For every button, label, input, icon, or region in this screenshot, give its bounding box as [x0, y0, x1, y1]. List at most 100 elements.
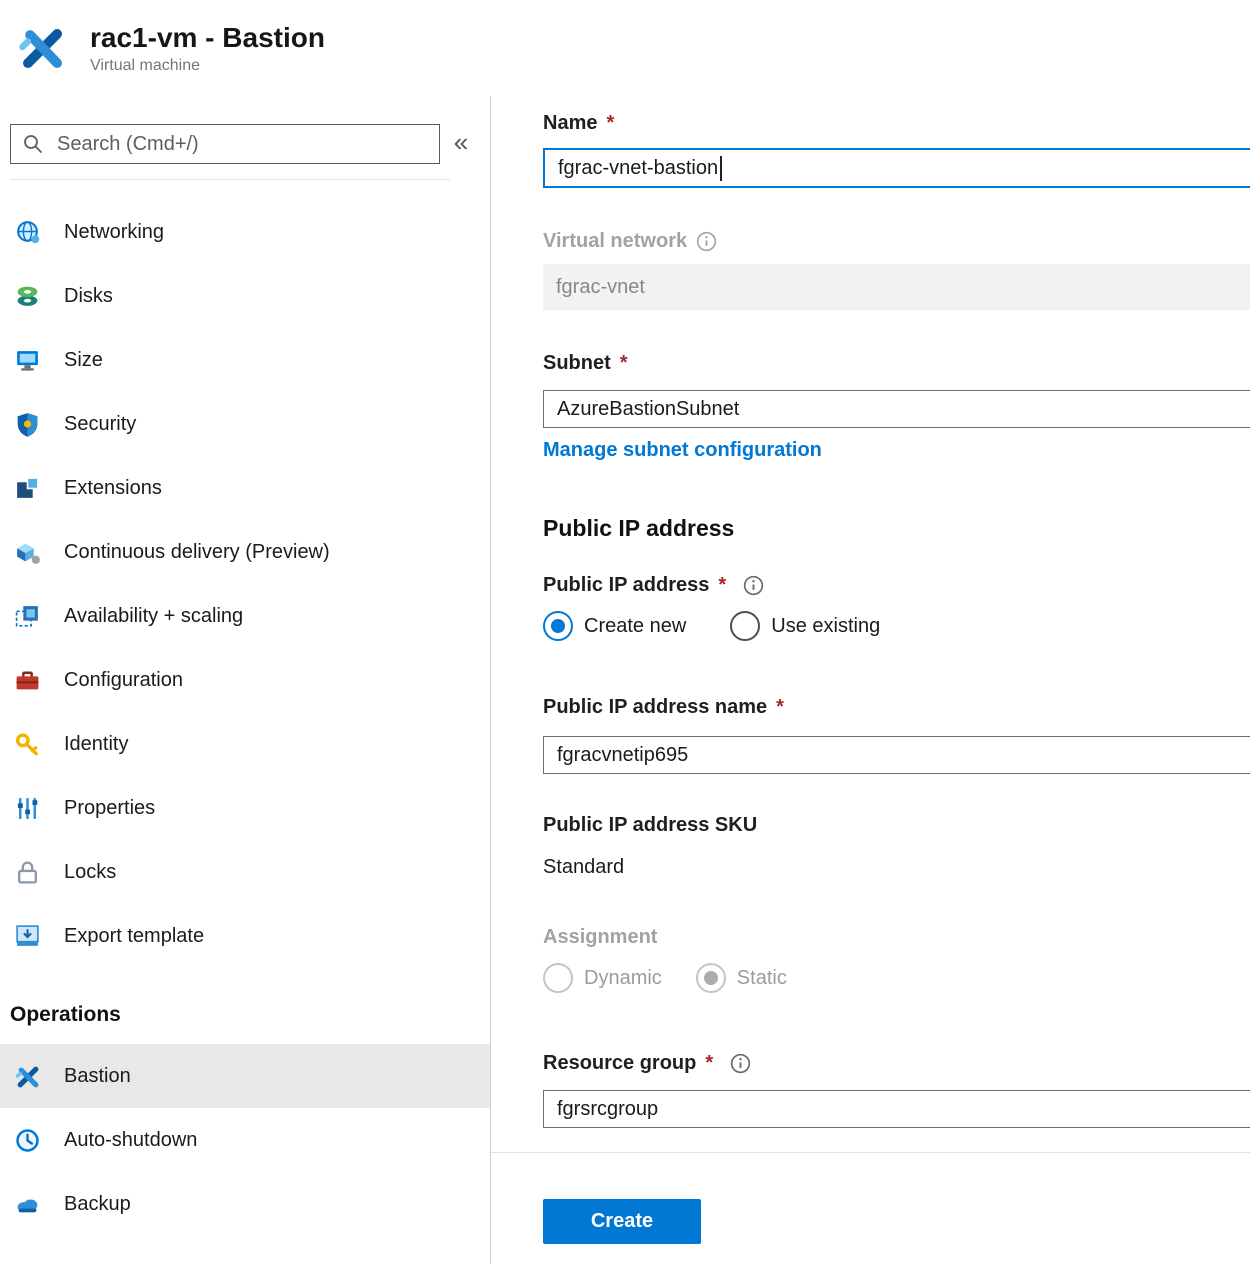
- sidebar-collapse-button[interactable]: «: [440, 127, 482, 162]
- app-window: rac1-vm - Bastion Virtual machine «: [0, 0, 1250, 1264]
- extensions-icon: [12, 474, 42, 502]
- name-input-value: fgrac-vnet-bastion: [558, 157, 718, 180]
- radio-use-existing-label: Use existing: [771, 615, 880, 638]
- manage-subnet-configuration-link[interactable]: Manage subnet configuration: [543, 436, 822, 464]
- sidebar-item-locks[interactable]: Locks: [0, 840, 490, 904]
- availability-scaling-icon: [12, 602, 42, 630]
- subnet-label: Subnet*: [543, 348, 1250, 378]
- form-footer-divider: [491, 1152, 1250, 1153]
- sidebar-nav: Networking Disks: [0, 180, 490, 968]
- required-asterisk: *: [776, 692, 784, 722]
- sidebar-item-label: Export template: [64, 925, 204, 948]
- required-asterisk: *: [718, 570, 726, 600]
- search-icon: [23, 134, 43, 154]
- search-input[interactable]: [55, 132, 429, 157]
- sidebar-item-label: Disks: [64, 285, 113, 308]
- public-ip-name-label: Public IP address name*: [543, 692, 1250, 722]
- resource-group-value: fgrsrcgroup: [557, 1098, 658, 1121]
- required-asterisk: *: [606, 108, 614, 138]
- sidebar-operations-nav: Bastion Auto-shutdown: [0, 1044, 490, 1236]
- sidebar: « Networking: [0, 96, 491, 1264]
- radio-dynamic-label: Dynamic: [584, 967, 662, 990]
- search-input-container: [10, 124, 440, 164]
- sidebar-item-label: Configuration: [64, 669, 183, 692]
- radio-dynamic: [543, 963, 573, 993]
- public-ip-sku-value: Standard: [543, 852, 1250, 882]
- radio-static: [696, 963, 726, 993]
- sidebar-item-availability-scaling[interactable]: Availability + scaling: [0, 584, 490, 648]
- sidebar-item-continuous-delivery[interactable]: Continuous delivery (Preview): [0, 520, 490, 584]
- required-asterisk: *: [620, 348, 628, 378]
- auto-shutdown-icon: [12, 1126, 42, 1154]
- public-ip-section-heading: Public IP address: [543, 512, 1250, 544]
- disks-icon: [12, 282, 42, 310]
- assignment-radio-group: Dynamic Static: [543, 960, 1250, 996]
- public-ip-name-value: fgracvnetip695: [557, 744, 688, 767]
- public-ip-sku-label: Public IP address SKU: [543, 810, 1250, 840]
- resource-group-label: Resource group*: [543, 1048, 1250, 1078]
- configuration-icon: [12, 666, 42, 694]
- sidebar-item-extensions[interactable]: Extensions: [0, 456, 490, 520]
- subnet-input[interactable]: AzureBastionSubnet: [543, 390, 1250, 428]
- size-icon: [12, 346, 42, 374]
- sidebar-item-disks[interactable]: Disks: [0, 264, 490, 328]
- text-cursor: [720, 156, 722, 181]
- sidebar-item-label: Identity: [64, 733, 128, 756]
- sidebar-item-properties[interactable]: Properties: [0, 776, 490, 840]
- security-icon: [12, 410, 42, 438]
- radio-use-existing[interactable]: [730, 611, 760, 641]
- required-asterisk: *: [705, 1048, 713, 1078]
- public-ip-name-input[interactable]: fgracvnetip695: [543, 736, 1250, 774]
- sidebar-item-bastion[interactable]: Bastion: [0, 1044, 490, 1108]
- sidebar-section-operations: Operations: [0, 1000, 490, 1030]
- resource-group-input[interactable]: fgrsrcgroup: [543, 1090, 1250, 1128]
- bastion-create-form: Name* fgrac-vnet-bastion Virtual network…: [491, 96, 1250, 1264]
- radio-create-new-label: Create new: [584, 615, 686, 638]
- virtual-network-value: fgrac-vnet: [556, 276, 645, 299]
- sidebar-item-label: Availability + scaling: [64, 605, 243, 628]
- sidebar-item-label: Continuous delivery (Preview): [64, 541, 330, 564]
- sidebar-item-export-template[interactable]: Export template: [0, 904, 490, 968]
- page-title: rac1-vm - Bastion: [90, 22, 325, 54]
- sidebar-item-label: Properties: [64, 797, 155, 820]
- page-header: rac1-vm - Bastion Virtual machine: [0, 0, 1250, 96]
- sidebar-item-label: Extensions: [64, 477, 162, 500]
- info-icon[interactable]: [730, 1053, 751, 1074]
- sidebar-item-configuration[interactable]: Configuration: [0, 648, 490, 712]
- sidebar-item-label: Locks: [64, 861, 116, 884]
- radio-static-label: Static: [737, 967, 787, 990]
- info-icon[interactable]: [696, 231, 717, 252]
- sidebar-item-label: Networking: [64, 221, 164, 244]
- networking-icon: [12, 218, 42, 246]
- sidebar-item-label: Auto-shutdown: [64, 1129, 197, 1152]
- sidebar-item-networking[interactable]: Networking: [0, 200, 490, 264]
- sidebar-item-label: Size: [64, 349, 103, 372]
- export-template-icon: [12, 922, 42, 950]
- sidebar-item-label: Backup: [64, 1193, 131, 1216]
- radio-create-new[interactable]: [543, 611, 573, 641]
- identity-icon: [12, 730, 42, 758]
- backup-icon: [12, 1190, 42, 1218]
- create-button[interactable]: Create: [543, 1199, 701, 1244]
- sidebar-item-security[interactable]: Security: [0, 392, 490, 456]
- page-subtitle: Virtual machine: [90, 57, 325, 75]
- bastion-logo-icon: [16, 22, 68, 74]
- name-input[interactable]: fgrac-vnet-bastion: [543, 148, 1250, 188]
- public-ip-radio-group: Create new Use existing: [543, 608, 1250, 644]
- sidebar-item-size[interactable]: Size: [0, 328, 490, 392]
- properties-icon: [12, 794, 42, 822]
- continuous-delivery-icon: [12, 538, 42, 566]
- public-ip-label: Public IP address*: [543, 570, 1250, 600]
- sidebar-item-backup[interactable]: Backup: [0, 1172, 490, 1236]
- assignment-label: Assignment: [543, 922, 1250, 952]
- sidebar-item-label: Bastion: [64, 1065, 131, 1088]
- sidebar-item-label: Security: [64, 413, 136, 436]
- sidebar-item-auto-shutdown[interactable]: Auto-shutdown: [0, 1108, 490, 1172]
- name-label: Name*: [543, 108, 1250, 138]
- sidebar-item-identity[interactable]: Identity: [0, 712, 490, 776]
- virtual-network-input: fgrac-vnet: [543, 264, 1250, 310]
- subnet-input-value: AzureBastionSubnet: [557, 398, 739, 421]
- virtual-network-label: Virtual network: [543, 226, 1250, 256]
- info-icon[interactable]: [743, 575, 764, 596]
- bastion-icon: [12, 1062, 42, 1090]
